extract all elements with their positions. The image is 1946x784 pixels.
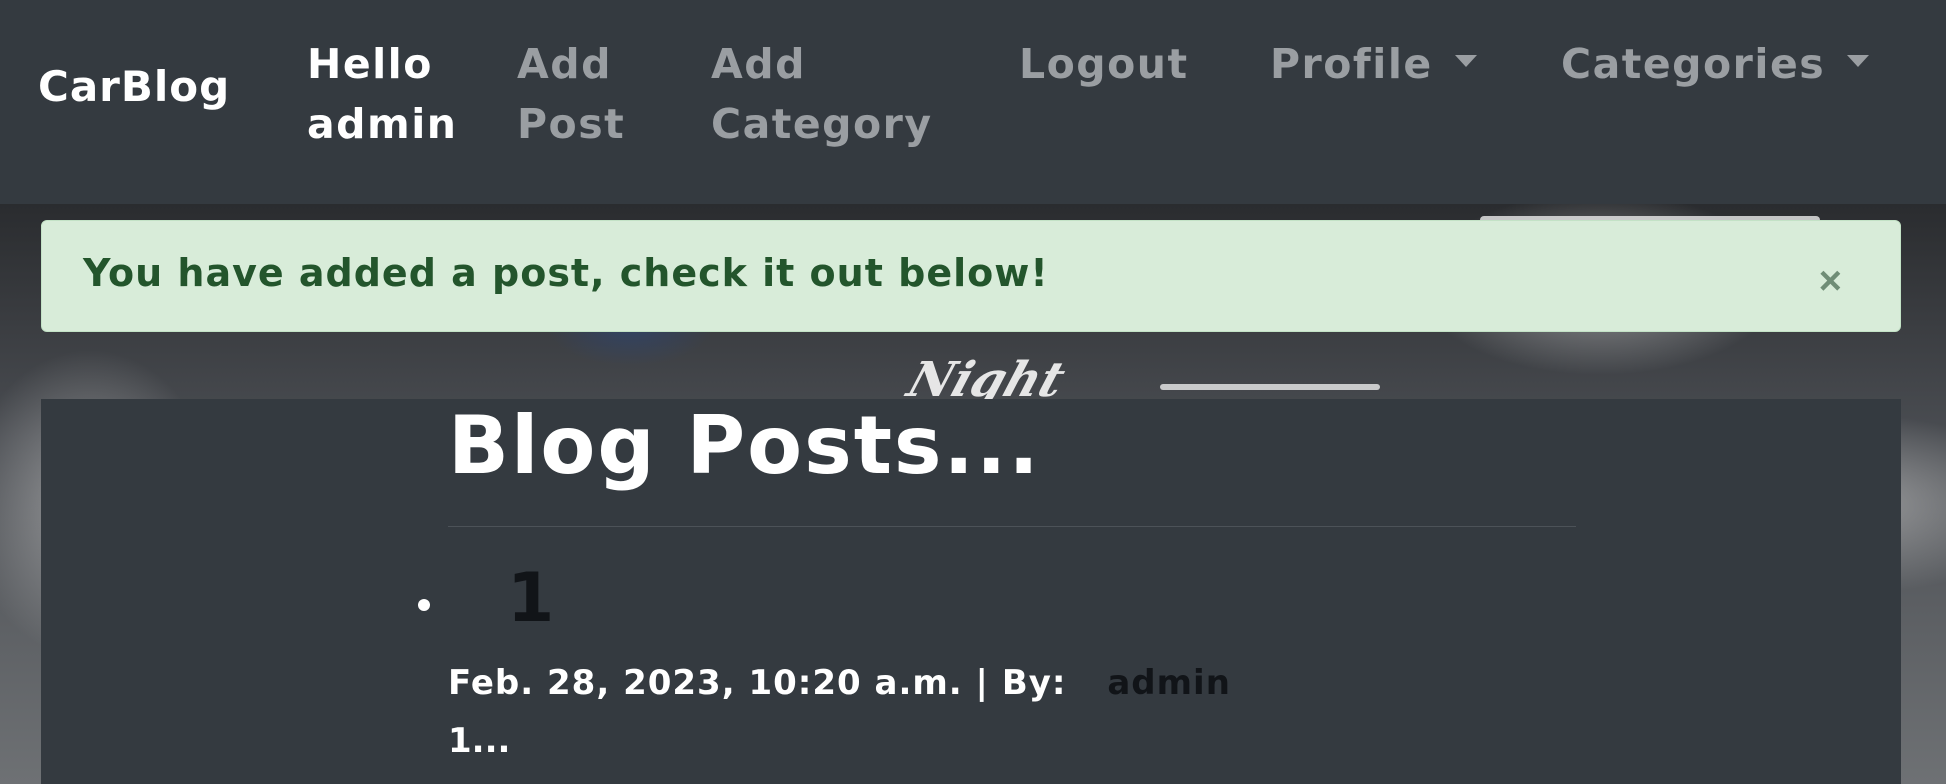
nav-profile-dropdown[interactable]: Profile: [1270, 34, 1477, 94]
nav-profile-label: Profile: [1270, 40, 1433, 88]
nav-add-category[interactable]: Add Category: [711, 34, 971, 154]
nav-logout[interactable]: Logout: [1019, 34, 1189, 94]
brand-logo[interactable]: CarBlog: [38, 62, 230, 111]
navbar: CarBlog Hello admin Add Post Add Categor…: [0, 0, 1946, 204]
nav-categories-dropdown[interactable]: Categories: [1561, 34, 1870, 94]
post-meta: Feb. 28, 2023, 10:20 a.m. | By: admin: [448, 663, 1231, 703]
nav-hello-admin[interactable]: Hello admin: [307, 34, 457, 154]
close-icon[interactable]: ×: [1819, 261, 1842, 301]
post-by-label: By:: [1001, 663, 1067, 703]
post-title-link[interactable]: 1: [507, 559, 554, 638]
post-author-link[interactable]: admin: [1107, 663, 1231, 703]
post-excerpt: 1...: [448, 721, 511, 761]
nav-add-post[interactable]: Add Post: [517, 34, 667, 154]
post-list: 1 Feb. 28, 2023, 10:20 a.m. | By: admin …: [41, 399, 1901, 784]
nav-categories-label: Categories: [1561, 40, 1826, 88]
content-panel: Blog Posts... 1 Feb. 28, 2023, 10:20 a.m…: [41, 399, 1901, 784]
alert-message: You have added a post, check it out belo…: [83, 251, 1049, 295]
bullet-icon: [418, 599, 430, 611]
post-date: Feb. 28, 2023, 10:20 a.m. |: [448, 663, 989, 703]
success-alert: You have added a post, check it out belo…: [41, 220, 1901, 332]
chevron-down-icon: [1454, 55, 1477, 67]
chevron-down-icon: [1847, 55, 1870, 67]
light-streak: [1160, 384, 1380, 390]
